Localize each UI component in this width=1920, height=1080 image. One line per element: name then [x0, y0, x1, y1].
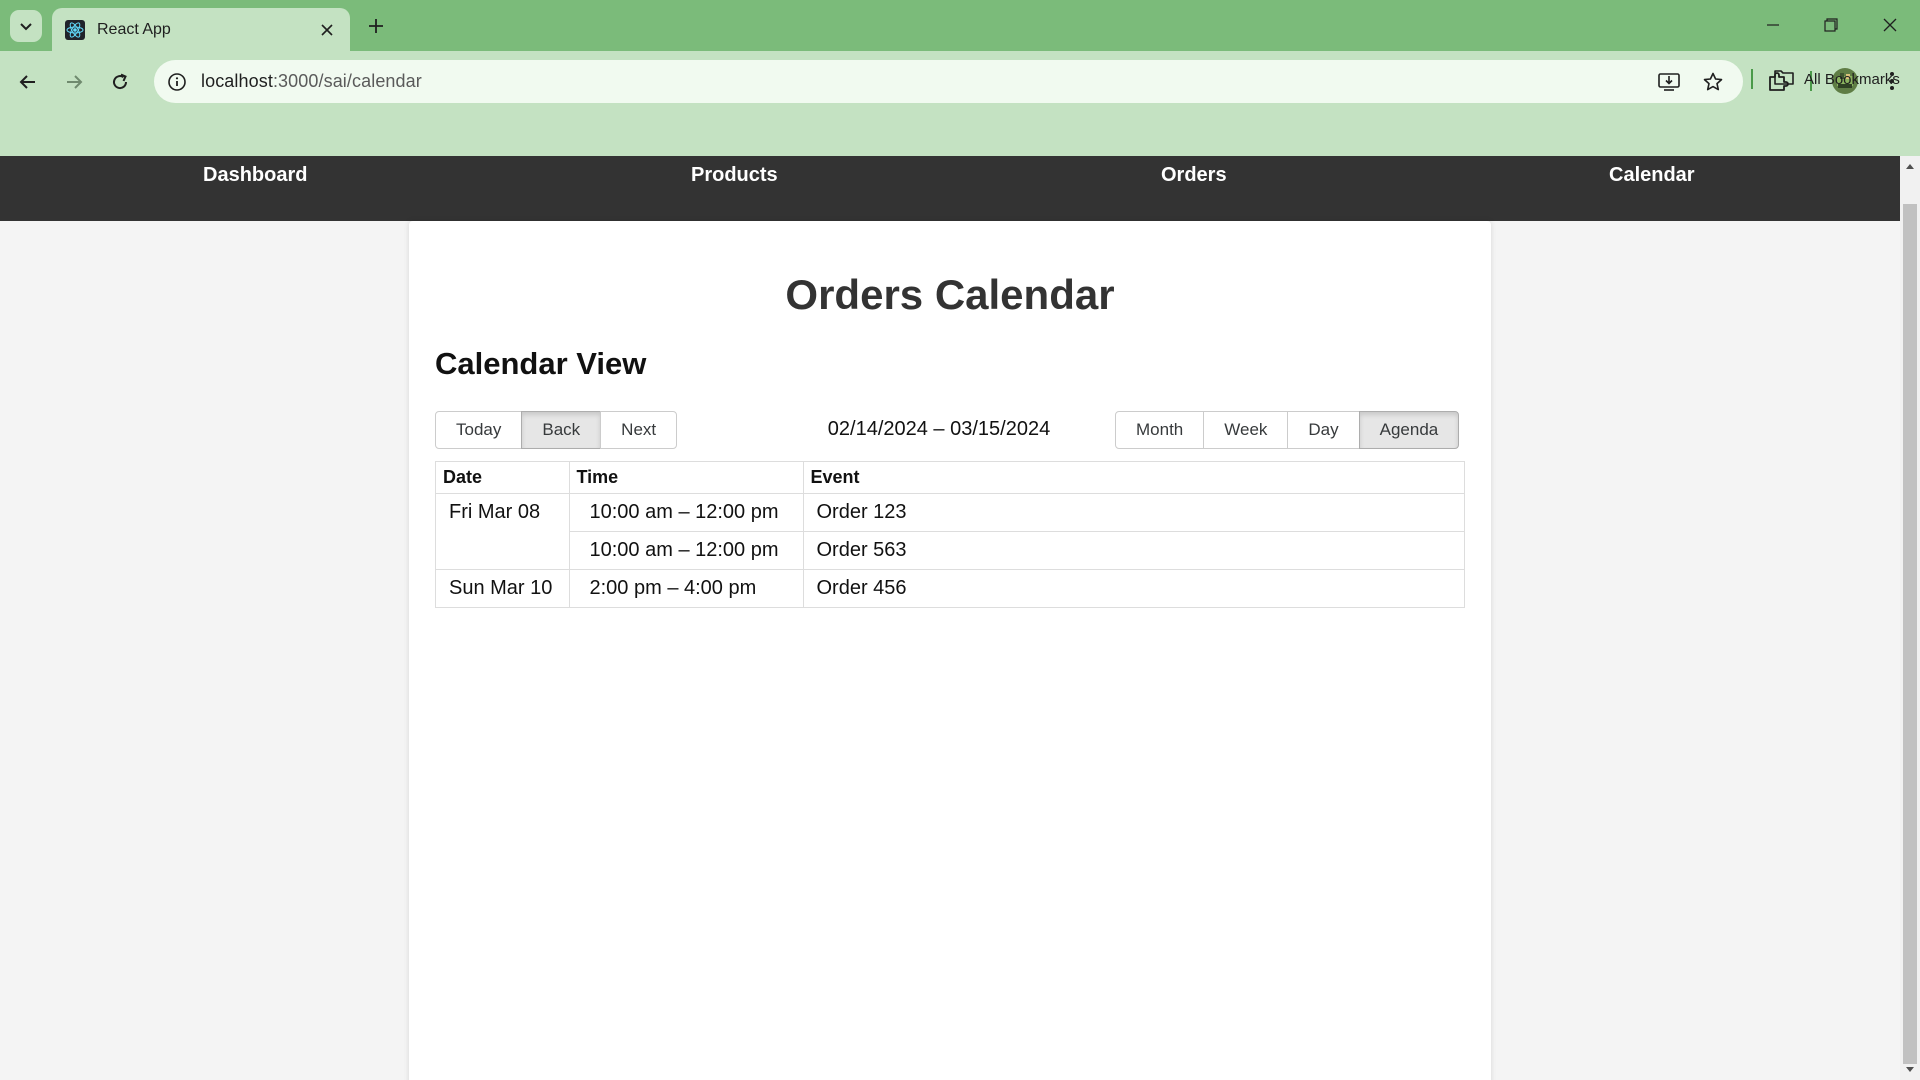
site-navbar: Dashboard Products Orders Calendar: [0, 156, 1900, 221]
nav-link-products[interactable]: Products: [691, 164, 778, 187]
agenda-table: Date Time Event Fri Mar 08 10:00 am – 12…: [435, 461, 1465, 608]
agenda-row: Sun Mar 10 2:00 pm – 4:00 pm Order 456: [436, 568, 1464, 607]
agenda-event-cell[interactable]: Order 563: [802, 530, 1464, 569]
new-tab-icon[interactable]: [362, 12, 390, 40]
react-logo-icon: [65, 19, 85, 40]
back-button[interactable]: Back: [521, 411, 602, 449]
agenda-time-cell: 2:00 pm – 4:00 pm: [569, 568, 803, 607]
restore-icon[interactable]: [1813, 10, 1849, 40]
calendar-nav-button-group: Today Back Next: [435, 411, 678, 449]
forward-arrow-icon[interactable]: [57, 65, 91, 99]
site-info-icon[interactable]: [164, 69, 190, 95]
nav-link-orders[interactable]: Orders: [1161, 164, 1227, 187]
view-week-button[interactable]: Week: [1203, 411, 1289, 449]
reload-icon[interactable]: [103, 65, 137, 99]
scroll-down-arrow-icon[interactable]: [1900, 1060, 1920, 1080]
bookmarks-divider: [1751, 69, 1753, 89]
nav-link-calendar[interactable]: Calendar: [1609, 164, 1695, 187]
scroll-up-arrow-icon[interactable]: [1900, 156, 1920, 176]
tab-search-button[interactable]: [10, 10, 42, 42]
view-day-button[interactable]: Day: [1287, 411, 1360, 449]
agenda-date-cell: Sun Mar 10: [436, 568, 570, 607]
agenda-event-cell[interactable]: Order 456: [802, 568, 1464, 607]
bookmark-star-icon[interactable]: [1700, 69, 1726, 95]
page-viewport: Dashboard Products Orders Calendar Order…: [0, 156, 1900, 1080]
next-button[interactable]: Next: [600, 411, 678, 449]
browser-tab-active[interactable]: React App: [52, 8, 350, 51]
all-bookmarks-button[interactable]: All Bookmarks: [1774, 66, 1900, 92]
section-title: Calendar View: [435, 346, 647, 381]
page-scrollbar[interactable]: [1900, 156, 1920, 1080]
today-button[interactable]: Today: [435, 411, 523, 449]
agenda-row: Fri Mar 08 10:00 am – 12:00 pm Order 123: [436, 492, 1464, 569]
content-card: Orders Calendar Calendar View Today Back…: [409, 221, 1491, 1080]
page-title: Orders Calendar: [785, 271, 1115, 318]
url-text: localhost:3000/sai/calendar: [201, 71, 422, 91]
agenda-header-row: Date Time Event: [436, 462, 1464, 494]
minimize-icon[interactable]: [1755, 10, 1791, 40]
header-event: Event: [802, 462, 1464, 494]
header-time: Time: [568, 462, 803, 494]
header-date: Date: [436, 462, 569, 494]
agenda-event-cell[interactable]: Order 123: [802, 492, 1464, 531]
agenda-row: 10:00 am – 12:00 pm Order 563: [436, 530, 1464, 569]
agenda-date-cell: Fri Mar 08: [436, 492, 570, 569]
agenda-time-cell: 10:00 am – 12:00 pm: [569, 492, 803, 531]
all-bookmarks-label: All Bookmarks: [1804, 70, 1900, 88]
browser-toolbar: localhost:3000/sai/calendar: [0, 51, 1920, 156]
folder-icon: [1774, 69, 1794, 90]
browser-tab-strip: React App: [0, 0, 1920, 51]
back-arrow-icon[interactable]: [11, 65, 45, 99]
view-month-button[interactable]: Month: [1115, 411, 1205, 449]
close-window-icon[interactable]: [1872, 10, 1908, 40]
calendar-view-button-group: Month Week Day Agenda: [1115, 411, 1460, 449]
nav-link-dashboard[interactable]: Dashboard: [203, 164, 307, 187]
chevron-down-icon: [20, 23, 32, 31]
address-bar[interactable]: localhost:3000/sai/calendar: [154, 60, 1743, 103]
view-agenda-button[interactable]: Agenda: [1358, 411, 1460, 449]
close-tab-icon[interactable]: [316, 19, 338, 41]
scrollbar-thumb[interactable]: [1903, 204, 1917, 1064]
install-app-icon[interactable]: [1656, 69, 1682, 95]
tab-title: React App: [97, 20, 171, 38]
agenda-time-cell: 10:00 am – 12:00 pm: [569, 530, 803, 569]
